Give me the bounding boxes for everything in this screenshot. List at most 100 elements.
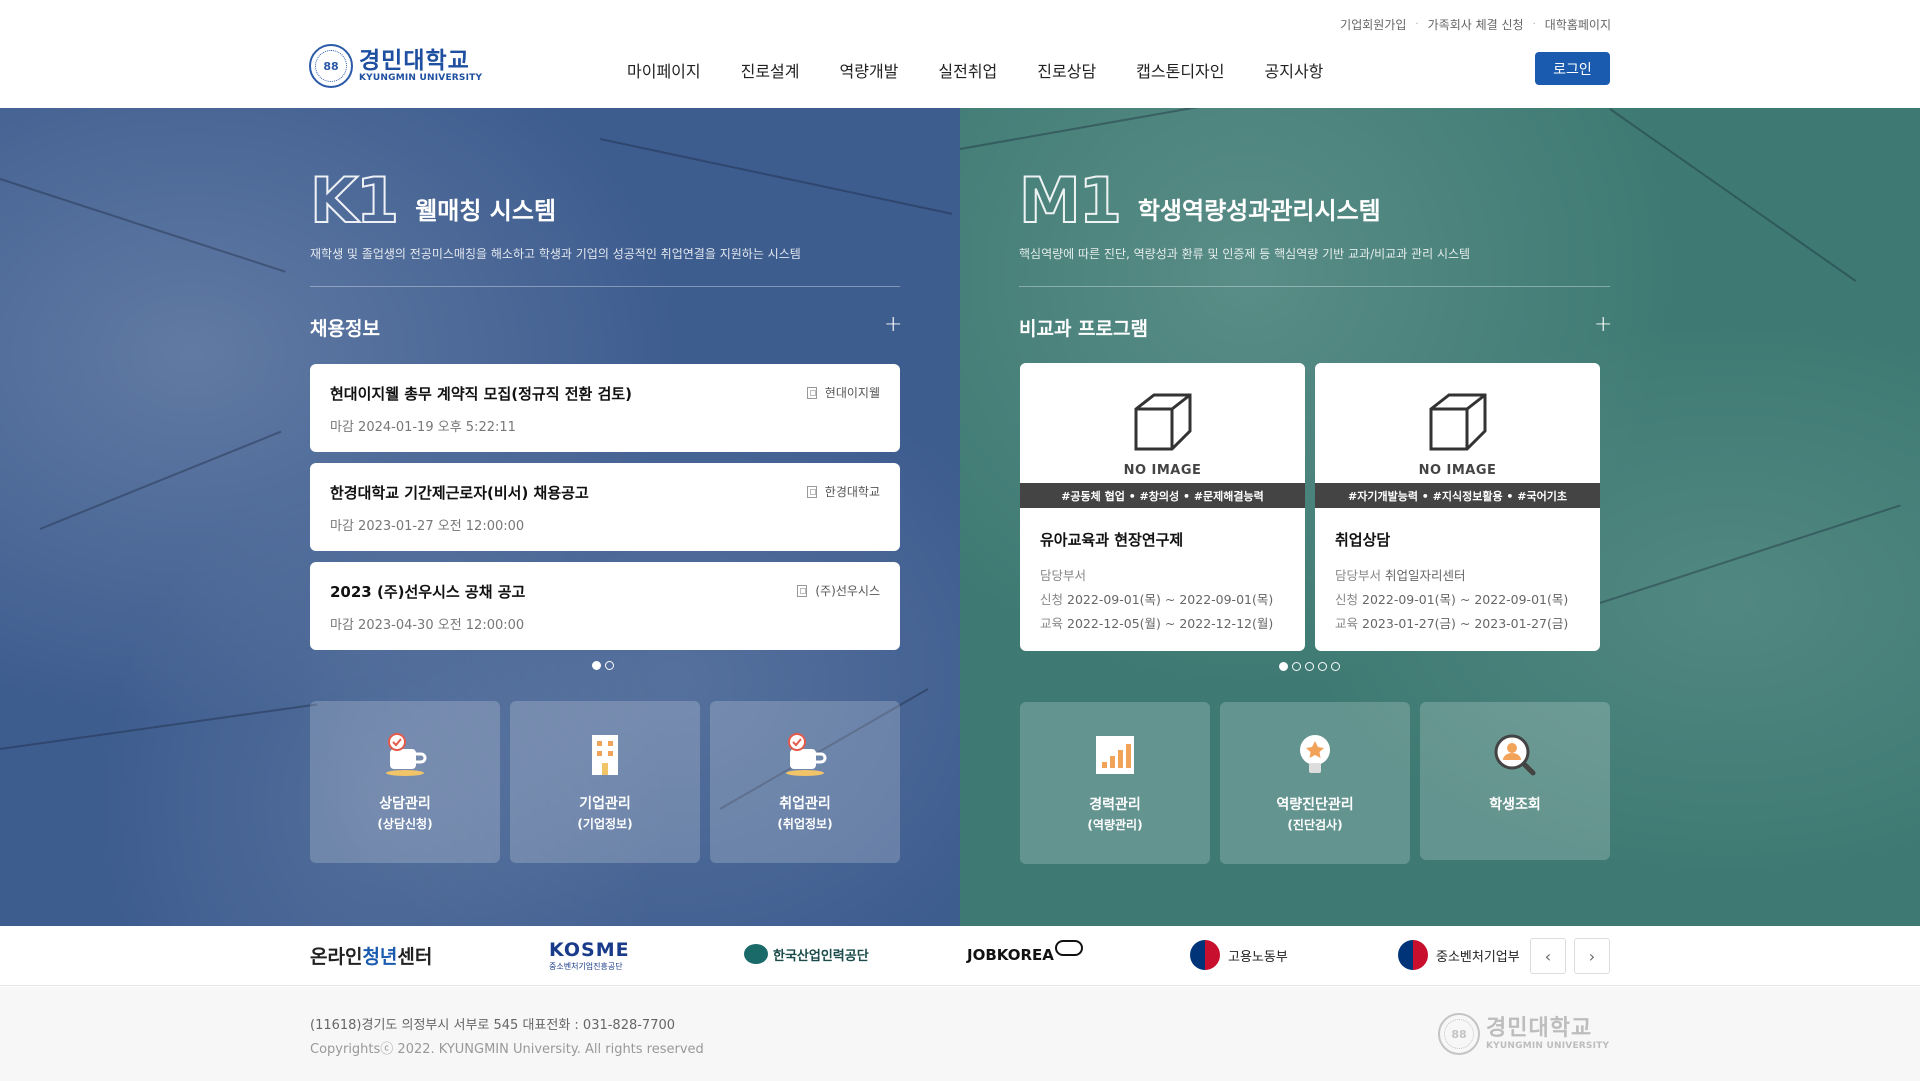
taegeuk-icon xyxy=(1398,940,1428,970)
program-title: 취업상담 xyxy=(1335,531,1391,549)
chevron-right-icon: › xyxy=(1588,946,1596,966)
dept-label: 담당부서 xyxy=(1335,568,1382,583)
programs-pagination xyxy=(1279,662,1344,671)
tile-label: 경력관리 xyxy=(1089,797,1141,813)
nav-mypage[interactable]: 마이페이지 xyxy=(627,58,701,82)
job-card[interactable]: 현대이지웰 총무 계약직 모집(정규직 전환 검토) 현대이지웰 마감 2024… xyxy=(310,364,900,452)
nav-capstone[interactable]: 캡스톤디자인 xyxy=(1136,58,1224,82)
tile-counseling[interactable]: 상담관리 (상담신청) xyxy=(310,701,500,863)
m1-name: 학생역량성과관리시스템 xyxy=(1137,197,1381,225)
moel-logo[interactable]: 고용노동부 xyxy=(1190,940,1288,970)
pagination-dot[interactable] xyxy=(1279,662,1288,671)
site-logo[interactable]: 88 경민대학교 KYUNGMIN UNIVERSITY xyxy=(309,44,482,88)
nav-competency[interactable]: 역량개발 xyxy=(840,58,899,82)
building-icon xyxy=(806,386,817,399)
program-dept: 취업일자리센터 xyxy=(1385,568,1466,583)
job-company: (주)선우시스 xyxy=(815,584,880,598)
no-image-label: NO IMAGE xyxy=(1123,463,1202,478)
university-home-link[interactable]: 대학홈페이지 xyxy=(1545,16,1611,33)
partners-prev-button[interactable]: ‹ xyxy=(1530,938,1566,974)
partners-next-button[interactable]: › xyxy=(1574,938,1610,974)
site-header: 기업회원가입 · 가족회사 체결 신청 · 대학홈페이지 88 경민대학교 KY… xyxy=(0,0,1920,108)
kosme-logo[interactable]: KOSME 중소벤처기업진흥공단 xyxy=(549,939,630,972)
mss-logo[interactable]: 중소벤처기업부 xyxy=(1398,940,1520,970)
tile-sub: (취업정보) xyxy=(777,817,833,831)
cube-icon xyxy=(1429,393,1487,451)
tile-career[interactable]: 경력관리 (역량관리) xyxy=(1020,702,1210,864)
apply-label: 신청 xyxy=(1040,592,1064,607)
nav-employment[interactable]: 실전취업 xyxy=(938,58,997,82)
family-company-link[interactable]: 가족회사 체결 신청 xyxy=(1428,16,1524,33)
coffee-cup-icon xyxy=(786,733,827,776)
pagination-dot[interactable] xyxy=(1318,662,1327,671)
job-company: 현대이지웰 xyxy=(824,386,880,400)
logo-english: KYUNGMIN UNIVERSITY xyxy=(359,73,483,83)
program-title: 유아교육과 현장연구제 xyxy=(1040,531,1184,549)
k1-description: 재학생 및 졸업생의 전공미스매칭을 해소하고 학생과 기업의 성공적인 취업연… xyxy=(310,247,801,261)
tile-competency[interactable]: 역량진단관리 (진단검사) xyxy=(1220,702,1410,864)
m1-heading: M1 학생역량성과관리시스템 xyxy=(1018,164,1381,237)
footer-logo: 88 경민대학교 KYUNGMIN UNIVERSITY xyxy=(1438,1013,1609,1055)
tile-sub: (진단검사) xyxy=(1287,818,1343,832)
site-footer: (11618)경기도 의정부시 서부로 545 대표전화 : 031-828-7… xyxy=(0,987,1920,1081)
tile-label: 취업관리 xyxy=(779,796,831,812)
m1-code: M1 xyxy=(1018,164,1123,237)
tile-label: 상담관리 xyxy=(379,796,431,812)
hrdk-logo[interactable]: 한국산업인력공단 xyxy=(744,944,869,964)
program-tags: #공동체 협업 • #창의성 • #문제해결능력 xyxy=(1020,483,1305,508)
pagination-dot[interactable] xyxy=(592,661,601,670)
job-title: 현대이지웰 총무 계약직 모집(정규직 전환 검토) xyxy=(330,385,633,403)
program-card[interactable]: NO IMAGE #공동체 협업 • #창의성 • #문제해결능력 유아교육과 … xyxy=(1020,363,1305,651)
university-seal-icon: 88 xyxy=(1438,1013,1480,1055)
lightbulb-icon xyxy=(1300,735,1330,773)
k1-name: 웰매칭 시스템 xyxy=(415,197,557,225)
corporate-signup-link[interactable]: 기업회원가입 xyxy=(1340,16,1406,33)
program-apply-period: 2022-09-01(목) ~ 2022-09-01(목) xyxy=(1362,592,1569,607)
jobs-pagination xyxy=(592,661,618,670)
jobs-section-title: 채용정보 xyxy=(310,318,380,340)
nav-counseling[interactable]: 진로상담 xyxy=(1037,58,1096,82)
programs-section-title: 비교과 프로그램 xyxy=(1019,318,1148,340)
tile-sub: (상담신청) xyxy=(377,817,433,831)
footer-copyright: Copyrightsⓒ 2022. KYUNGMIN University. A… xyxy=(310,1042,704,1057)
program-edu-period: 2023-01-27(금) ~ 2023-01-27(금) xyxy=(1362,616,1569,631)
building-icon xyxy=(806,485,817,498)
pagination-dot[interactable] xyxy=(1305,662,1314,671)
k1-code: K1 xyxy=(309,164,400,237)
tile-sub: (기업정보) xyxy=(577,817,633,831)
online-youth-center-logo[interactable]: 온라인 청년 센터 xyxy=(310,942,432,969)
tile-label: 기업관리 xyxy=(579,796,631,812)
job-deadline: 마감 2024-01-19 오후 5:22:11 xyxy=(330,420,516,435)
program-tags: #자기개발능력 • #지식정보활용 • #국어기초 xyxy=(1315,483,1600,508)
programs-more-plus-icon[interactable]: + xyxy=(1594,312,1612,337)
edu-label: 교육 xyxy=(1335,616,1359,631)
program-image: NO IMAGE #자기개발능력 • #지식정보활용 • #국어기초 xyxy=(1315,363,1600,508)
bar-chart-icon xyxy=(1096,736,1134,774)
speech-bubble-icon xyxy=(1054,940,1083,956)
tile-label: 역량진단관리 xyxy=(1276,797,1354,813)
coffee-cup-icon xyxy=(386,733,427,776)
tile-sub: (역량관리) xyxy=(1087,818,1143,832)
utility-links: 기업회원가입 · 가족회사 체결 신청 · 대학홈페이지 xyxy=(1340,16,1611,33)
taegeuk-icon xyxy=(1190,940,1220,970)
job-card[interactable]: 2023 (주)선우시스 공채 공고 (주)선우시스 마감 2023-04-30… xyxy=(310,562,900,650)
tile-company[interactable]: 기업관리 (기업정보) xyxy=(510,701,700,863)
dept-label: 담당부서 xyxy=(1040,568,1087,583)
footer-address: (11618)경기도 의정부시 서부로 545 대표전화 : 031-828-7… xyxy=(310,1018,676,1033)
pagination-dot[interactable] xyxy=(605,661,614,670)
jobs-more-plus-icon[interactable]: + xyxy=(884,312,902,337)
no-image-label: NO IMAGE xyxy=(1418,463,1497,478)
cube-icon xyxy=(1134,393,1192,451)
tile-student-search[interactable]: 학생조회 xyxy=(1420,702,1610,860)
pagination-dot[interactable] xyxy=(1292,662,1301,671)
pagination-dot[interactable] xyxy=(1331,662,1340,671)
login-button[interactable]: 로그인 xyxy=(1535,52,1610,85)
person-search-icon xyxy=(1494,734,1536,776)
program-card[interactable]: NO IMAGE #자기개발능력 • #지식정보활용 • #국어기초 취업상담 … xyxy=(1315,363,1600,651)
nav-career-design[interactable]: 진로설계 xyxy=(741,58,800,82)
tile-employment[interactable]: 취업관리 (취업정보) xyxy=(710,701,900,863)
jobkorea-logo[interactable]: JOBKOREA xyxy=(967,940,1083,964)
job-title: 한경대학교 기간제근로자(비서) 채용공고 xyxy=(330,484,589,502)
job-card[interactable]: 한경대학교 기간제근로자(비서) 채용공고 한경대학교 마감 2023-01-2… xyxy=(310,463,900,551)
nav-notice[interactable]: 공지사항 xyxy=(1265,58,1324,82)
